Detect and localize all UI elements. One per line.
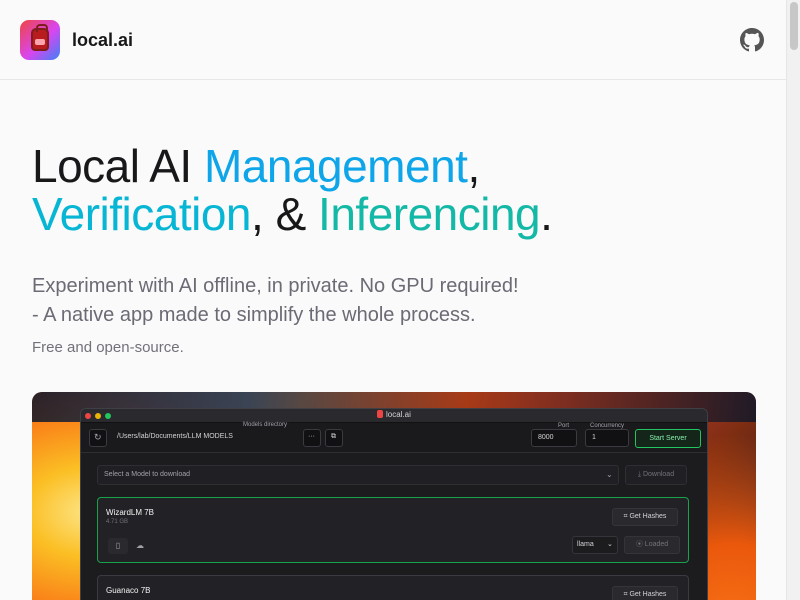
- models-directory-label: Models directory: [241, 422, 290, 428]
- concurrency-input[interactable]: Concurrency 1: [585, 423, 629, 447]
- free-open-source-text: Free and open-source.: [32, 339, 184, 356]
- headline-verification: Verification: [32, 188, 252, 240]
- page-scrollbar[interactable]: [786, 0, 800, 600]
- models-directory-field[interactable]: Models directory /Users/lab/Documents/LL…: [111, 422, 297, 447]
- get-hashes-label: Get Hashes: [629, 513, 667, 520]
- subtitle-line-1: Experiment with AI offline, in private. …: [32, 275, 519, 297]
- port-value: 8000: [538, 434, 554, 441]
- ellipsis-icon: ···: [308, 433, 315, 440]
- cloud-icon[interactable]: ☁: [130, 538, 150, 554]
- app-window: local.ai ↻ Models directory /Users/lab/D…: [80, 408, 708, 600]
- port-input[interactable]: Port 8000: [531, 423, 577, 447]
- chevron-down-icon: ⌄: [606, 470, 613, 479]
- model-download-select[interactable]: Select a Model to download ⌄: [97, 465, 619, 485]
- model-card: Guanaco 7B ⌗ Get Hashes: [97, 575, 689, 600]
- github-icon[interactable]: [740, 28, 764, 52]
- refresh-icon: ↻: [94, 432, 102, 442]
- window-title-text: local.ai: [386, 410, 411, 419]
- minimize-window-icon[interactable]: [95, 413, 101, 419]
- port-label: Port: [556, 423, 572, 429]
- logo-icon[interactable]: [20, 20, 60, 60]
- maximize-window-icon[interactable]: [105, 413, 111, 419]
- get-hashes-button[interactable]: ⌗ Get Hashes: [612, 508, 678, 526]
- get-hashes-button[interactable]: ⌗ Get Hashes: [612, 586, 678, 600]
- model-status-icon: ⦿: [635, 541, 645, 548]
- headline-period: .: [540, 188, 553, 240]
- loaded-button[interactable]: ⦿ Loaded: [624, 536, 680, 554]
- start-server-button[interactable]: Start Server: [635, 429, 701, 448]
- headline-amp: , &: [251, 188, 319, 240]
- headline-line-2: Verification, & Inferencing.: [32, 188, 553, 240]
- refresh-button[interactable]: ↻: [89, 429, 107, 447]
- brand-name[interactable]: local.ai: [72, 30, 133, 51]
- backpack-icon: [377, 410, 383, 418]
- more-options-button[interactable]: ···: [303, 429, 321, 447]
- model-select-placeholder: Select a Model to download: [104, 471, 190, 478]
- subtitle-line-2: - A native app made to simplify the whol…: [32, 304, 476, 326]
- models-directory-value: /Users/lab/Documents/LLM MODELS: [117, 433, 233, 440]
- download-label: Download: [642, 471, 675, 478]
- hero-subtitle: Experiment with AI offline, in private. …: [32, 272, 519, 330]
- model-size: 4.71 GB: [106, 519, 129, 525]
- delete-icon[interactable]: ▯: [108, 538, 128, 554]
- site-header: local.ai: [0, 0, 786, 80]
- get-hashes-label: Get Hashes: [629, 591, 667, 598]
- concurrency-value: 1: [592, 434, 596, 441]
- window-titlebar: local.ai: [81, 409, 707, 423]
- headline-management: Management: [203, 140, 468, 192]
- chevron-down-icon: ⌄: [607, 541, 613, 548]
- backpack-icon: [31, 24, 49, 51]
- window-title: local.ai: [377, 410, 411, 419]
- folder-icon: ⧉: [331, 433, 336, 440]
- close-window-icon[interactable]: [85, 413, 91, 419]
- headline-text: Local AI: [32, 140, 204, 192]
- runtime-select[interactable]: llama ⌄: [572, 536, 618, 554]
- open-folder-button[interactable]: ⧉: [325, 429, 343, 447]
- app-toolbar: ↻ Models directory /Users/lab/Documents/…: [81, 422, 707, 453]
- scrollbar-thumb[interactable]: [790, 2, 798, 50]
- concurrency-label: Concurrency: [588, 423, 627, 429]
- model-card: WizardLM 7B 4.71 GB ⌗ Get Hashes ▯ ☁ lla…: [97, 497, 689, 563]
- model-name: WizardLM 7B: [106, 508, 155, 517]
- headline-line-1: Local AI Management,: [32, 142, 552, 190]
- download-button[interactable]: ⤓ Download: [625, 465, 687, 485]
- app-screenshot-hero: local.ai ↻ Models directory /Users/lab/D…: [32, 392, 756, 600]
- loaded-label: Loaded: [644, 541, 669, 548]
- hero-headline: Local AI Management, Verification, & Inf…: [32, 142, 553, 240]
- headline-comma: ,: [467, 140, 480, 192]
- runtime-value: llama: [577, 541, 594, 548]
- model-name: Guanaco 7B: [106, 586, 151, 595]
- headline-inferencing: Inferencing: [318, 188, 541, 240]
